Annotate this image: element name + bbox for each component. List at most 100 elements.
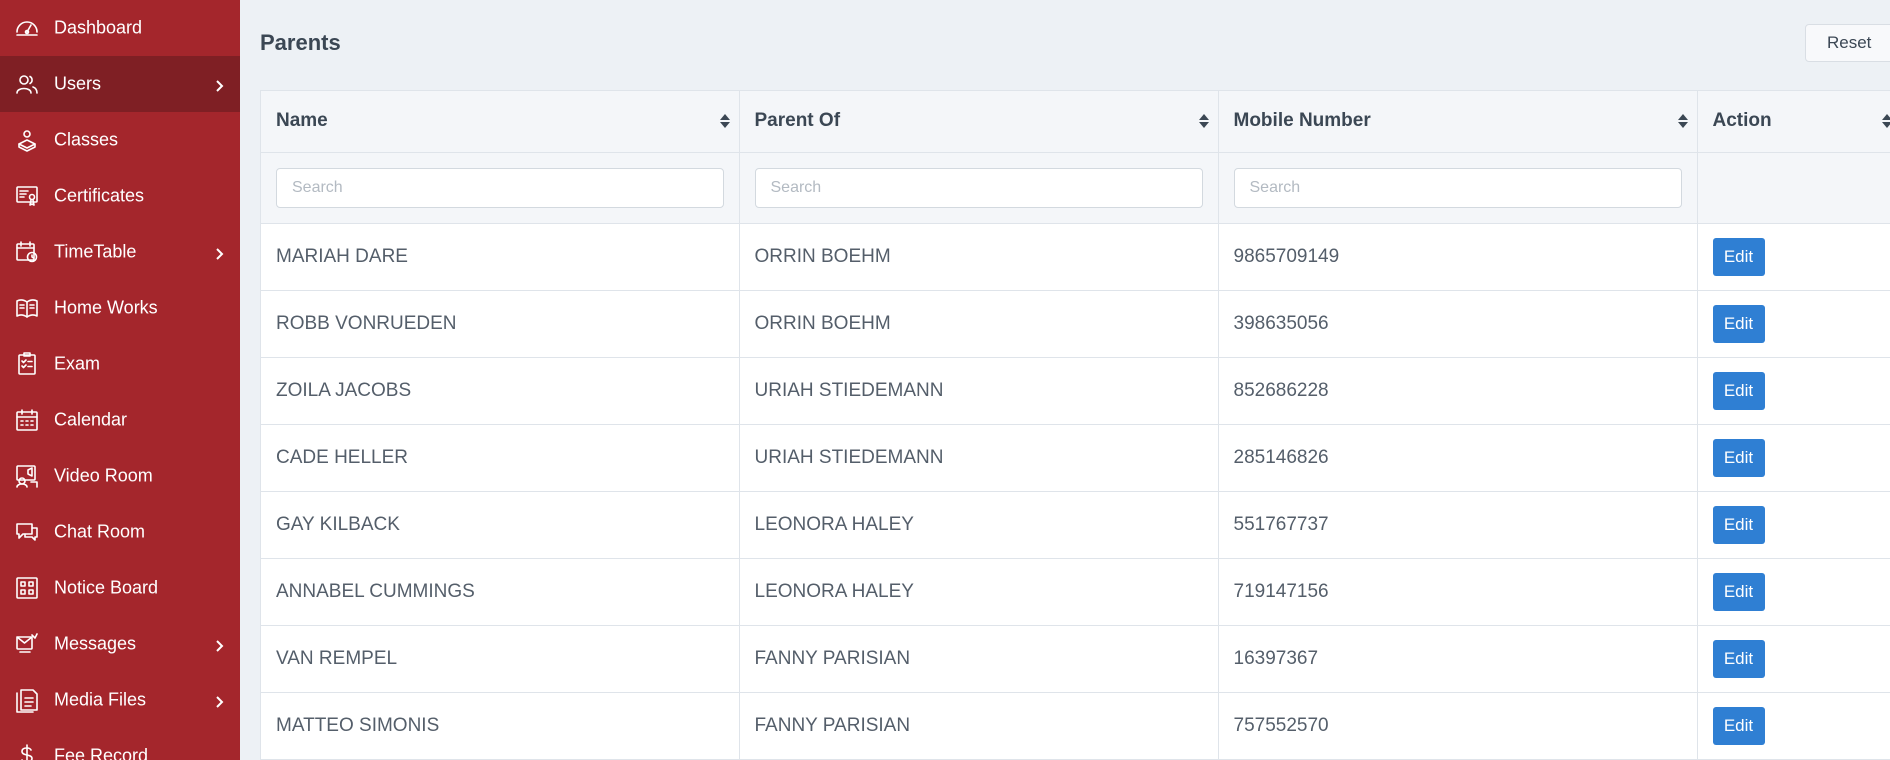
cell-mobile-number: 16397367 [1218,625,1698,693]
sidebar-item-label: Notice Board [54,577,159,598]
column-header-label: Action [1712,110,1772,132]
chat-icon [14,519,40,545]
sidebar-item-label: Users [54,73,102,94]
chevron-right-icon [212,693,226,708]
sort-icon[interactable] [1677,113,1689,129]
sidebar-item-label: Chat Room [54,521,146,542]
reset-button[interactable]: Reset [1805,24,1890,62]
sidebar-item-home-works[interactable]: Home Works [0,280,240,336]
table-row: VAN REMPEL FANNY PARISIAN 16397367 Edit [261,625,1890,693]
column-header-label: Parent Of [754,110,841,132]
dashboard-icon [14,15,40,41]
edit-button[interactable]: Edit [1712,572,1765,611]
sidebar-item-fee-record[interactable]: Fee Record [0,728,240,760]
cell-parent-of: URIAH STIEDEMANN [739,357,1219,425]
cell-action: Edit [1697,625,1890,693]
table-row: MARIAH DARE ORRIN BOEHM 9865709149 Edit [261,223,1890,291]
search-parent-of-input[interactable] [754,167,1203,208]
sidebar-item-label: Certificates [54,185,145,206]
edit-button[interactable]: Edit [1712,505,1765,544]
book-icon [14,295,40,321]
video-room-icon [14,463,40,489]
sidebar-item-label: TimeTable [54,241,137,262]
sidebar-item-video-room[interactable]: Video Room [0,448,240,504]
table-row: CADE HELLER URIAH STIEDEMANN 285146826 Edit [261,424,1890,492]
search-mobile-input[interactable] [1233,167,1682,208]
sort-icon[interactable] [1881,113,1890,129]
cell-name: ANNABEL CUMMINGS [261,558,740,626]
chevron-right-icon [212,77,226,92]
table-header-row: Name Parent Of Mobile Number Action [261,91,1890,153]
sidebar-item-calendar[interactable]: Calendar [0,392,240,448]
cell-mobile-number: 9865709149 [1218,223,1698,291]
sidebar-item-timetable[interactable]: TimeTable [0,224,240,280]
cell-parent-of: FANNY PARISIAN [739,625,1219,693]
notice-board-icon [14,575,40,601]
edit-button[interactable]: Edit [1712,438,1765,477]
sidebar-item-label: Classes [54,129,119,150]
cell-action: Edit [1697,223,1890,291]
sidebar-item-media-files[interactable]: Media Files [0,672,240,728]
table-row: ROBB VONRUEDEN ORRIN BOEHM 398635056 Edit [261,290,1890,358]
cell-name: MARIAH DARE [261,223,740,291]
cell-action: Edit [1697,290,1890,358]
cell-action: Edit [1697,692,1890,760]
cell-parent-of: URIAH STIEDEMANN [739,424,1219,492]
cell-mobile-number: 398635056 [1218,290,1698,358]
calendar-icon [14,407,40,433]
sidebar-item-label: Home Works [54,297,158,318]
column-header-parent-of[interactable]: Parent Of [739,91,1219,153]
sidebar-item-dashboard[interactable]: Dashboard [0,0,240,56]
messages-icon [14,631,40,657]
edit-button[interactable]: Edit [1712,237,1765,276]
edit-button[interactable]: Edit [1712,304,1765,343]
chevron-right-icon [212,637,226,652]
table-row: GAY KILBACK LEONORA HALEY 551767737 Edit [261,491,1890,559]
column-header-label: Name [276,110,328,132]
sidebar-item-label: Media Files [54,689,147,710]
column-header-label: Mobile Number [1233,110,1371,132]
sidebar-item-label: Dashboard [54,17,143,38]
cell-action: Edit [1697,357,1890,425]
cell-parent-of: ORRIN BOEHM [739,223,1219,291]
cell-parent-of: LEONORA HALEY [739,558,1219,626]
sidebar-item-certificates[interactable]: Certificates [0,168,240,224]
edit-button[interactable]: Edit [1712,706,1765,745]
sidebar-item-label: Messages [54,633,137,654]
cell-mobile-number: 551767737 [1218,491,1698,559]
table-row: ANNABEL CUMMINGS LEONORA HALEY 719147156 Ed… [261,558,1890,626]
sidebar-item-chat-room[interactable]: Chat Room [0,504,240,560]
sidebar-item-classes[interactable]: Classes [0,112,240,168]
parents-table: Name Parent Of Mobile Number Action Sear… [261,91,1890,760]
cell-name: ZOILA JACOBS [261,357,740,425]
timetable-icon [14,239,40,265]
sidebar-item-messages[interactable]: Messages [0,616,240,672]
cell-mobile-number: 757552570 [1218,692,1698,760]
sidebar-item-users[interactable]: Users [0,56,240,112]
cell-name: CADE HELLER [261,424,740,492]
table-search-row [261,152,1890,224]
cell-name: GAY KILBACK [261,491,740,559]
parents-table-container: Name Parent Of Mobile Number Action Sear… [260,90,1890,760]
dollar-icon [14,743,40,760]
chevron-right-icon [212,245,226,260]
sort-icon[interactable] [1198,113,1210,129]
edit-button[interactable]: Edit [1712,639,1765,678]
table-row: MATTEO SIMONIS FANNY PARISIAN 757552570 Edi… [261,692,1890,760]
search-name-input[interactable] [276,167,724,208]
column-header-action[interactable]: Action [1697,91,1890,153]
sidebar-item-label: Calendar [54,409,128,430]
cell-name: VAN REMPEL [261,625,740,693]
cell-mobile-number: 852686228 [1218,357,1698,425]
edit-button[interactable]: Edit [1712,371,1765,410]
cell-name: ROBB VONRUEDEN [261,290,740,358]
sidebar-item-label: Fee Record [54,745,149,760]
column-header-name[interactable]: Name [261,91,740,153]
certificate-icon [14,183,40,209]
sidebar-item-notice-board[interactable]: Notice Board [0,560,240,616]
cell-parent-of: ORRIN BOEHM [739,290,1219,358]
column-header-mobile-number[interactable]: Mobile Number [1218,91,1698,153]
sidebar-item-exam[interactable]: Exam [0,336,240,392]
sort-icon[interactable] [719,113,731,129]
classes-icon [14,127,40,153]
